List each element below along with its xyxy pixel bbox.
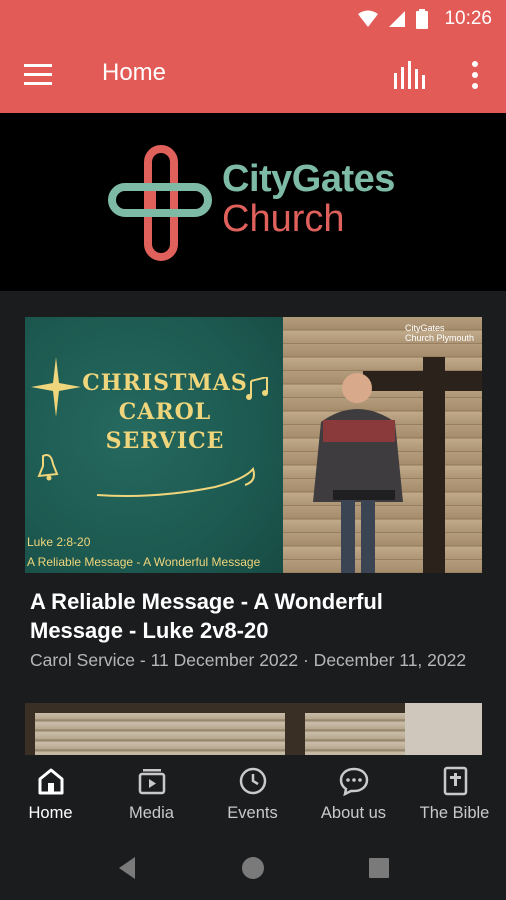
nav-the-bible[interactable]: The Bible — [404, 755, 505, 835]
home-icon — [38, 768, 64, 795]
nav-events[interactable]: Events — [202, 755, 303, 835]
nav-the-bible-label: The Bible — [419, 804, 490, 822]
status-time: 10:26 — [444, 7, 492, 29]
audio-player-icon[interactable] — [392, 61, 428, 89]
media-icon — [138, 769, 166, 795]
page-title: Home — [102, 59, 167, 86]
promo-title: CHRISTMAS CAROL SERVICE — [82, 370, 248, 454]
promo-reference: Luke 2:8-20 — [27, 535, 91, 549]
wood-panel-left — [35, 713, 285, 755]
cell-signal-icon — [389, 10, 406, 27]
church-banner: CityGates Church — [0, 113, 506, 291]
chat-bubble-icon — [339, 767, 369, 797]
bells-icon — [37, 454, 59, 481]
flourish-decoration — [96, 466, 255, 497]
status-bar: 10:26 — [0, 0, 506, 37]
more-options-icon[interactable] — [466, 59, 484, 91]
wall-section — [405, 703, 482, 755]
nav-media[interactable]: Media — [101, 755, 202, 835]
bottom-navigation: Home Media Events About us The Bible — [0, 755, 506, 835]
featured-media-meta: Carol Service - 11 December 2022 · Decem… — [30, 650, 467, 670]
church-name-line1: CityGates — [222, 158, 395, 200]
app-bar: Home — [0, 37, 506, 113]
wood-panel-right — [305, 713, 405, 755]
recents-icon[interactable] — [364, 853, 394, 883]
nav-events-label: Events — [227, 804, 278, 822]
second-media-thumbnail[interactable] — [25, 703, 482, 755]
church-name-line2: Church — [222, 198, 345, 240]
photo-logo-line2: Church Plymouth — [404, 333, 474, 343]
back-icon[interactable] — [113, 853, 143, 883]
home-button-icon[interactable] — [238, 853, 268, 883]
menu-icon[interactable] — [24, 62, 54, 88]
nav-home-label: Home — [28, 804, 73, 822]
featured-media-thumbnail[interactable]: CHRISTMAS CAROL SERVICE Luke 2:8-20 A Re… — [25, 317, 482, 573]
wifi-icon — [358, 10, 379, 27]
battery-icon — [416, 8, 429, 29]
preacher-photo: CityGates Church Plymouth — [283, 317, 482, 573]
preacher-figure — [313, 373, 403, 573]
nav-about-us[interactable]: About us — [303, 755, 404, 835]
photo-church-logo: CityGates Church Plymouth — [405, 323, 474, 343]
church-logo-mark — [108, 145, 212, 261]
photo-logo-line1: CityGates — [404, 323, 445, 333]
promo-subtitle: A Reliable Message - A Wonderful Message — [27, 555, 261, 569]
nav-about-us-label: About us — [320, 804, 387, 822]
bible-icon — [443, 766, 468, 796]
system-navigation-bar — [0, 835, 506, 900]
nav-home[interactable]: Home — [0, 755, 101, 835]
church-name: CityGates Church — [222, 159, 395, 239]
featured-media-title[interactable]: A Reliable Message - A Wonderful Message… — [30, 587, 480, 645]
promo-graphic: CHRISTMAS CAROL SERVICE Luke 2:8-20 A Re… — [25, 317, 283, 573]
clock-icon — [239, 767, 267, 795]
nav-media-label: Media — [129, 804, 174, 822]
